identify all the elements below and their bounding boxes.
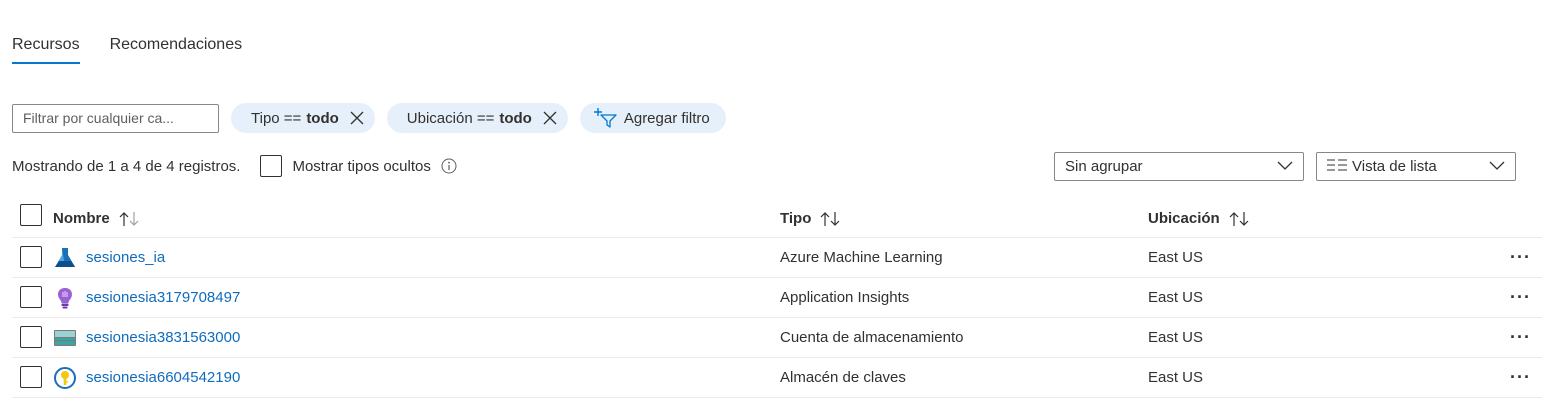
tab-recomendaciones[interactable]: Recomendaciones	[110, 36, 243, 64]
add-filter-icon	[593, 107, 618, 129]
resource-type-cell: Azure Machine Learning	[780, 249, 943, 266]
resource-link[interactable]: sesionesia3179708497	[86, 289, 240, 306]
storage-account-icon	[53, 326, 77, 350]
table-row[interactable]: sesionesia3179708497 Application Insight…	[12, 278, 1542, 318]
column-header-type-label: Tipo	[780, 210, 812, 227]
chevron-down-icon	[1277, 158, 1293, 175]
sort-icon[interactable]	[1228, 211, 1250, 227]
filter-input[interactable]	[12, 103, 219, 133]
machine-learning-icon	[53, 246, 77, 270]
view-mode-dropdown[interactable]: Vista de lista	[1316, 152, 1516, 181]
more-options-icon[interactable]: ···	[1510, 278, 1531, 317]
column-header-location-label: Ubicación	[1148, 210, 1220, 227]
key-vault-icon	[53, 366, 77, 390]
more-options-icon[interactable]: ···	[1510, 318, 1531, 357]
resource-name-cell: sesionesia6604542190	[53, 358, 240, 397]
sort-icon[interactable]	[819, 211, 841, 227]
row-checkbox[interactable]	[20, 246, 42, 268]
close-icon[interactable]	[349, 110, 365, 126]
more-options-icon[interactable]: ···	[1510, 238, 1531, 277]
app-insights-icon	[53, 286, 77, 310]
resource-location-cell: East US	[1148, 369, 1204, 386]
row-checkbox[interactable]	[20, 366, 42, 388]
column-header-location[interactable]: Ubicación	[1148, 200, 1250, 237]
resource-name-cell: sesionesia3831563000	[53, 318, 240, 357]
table-header-row: Nombre Tipo Ubicación	[12, 200, 1542, 238]
chevron-down-icon	[1489, 158, 1505, 175]
filter-bar: Tipo == todo Ubicación == todo Agregar f…	[12, 103, 726, 133]
table-row[interactable]: sesionesia3831563000 Cuenta de almacenam…	[12, 318, 1542, 358]
list-view-icon	[1327, 158, 1347, 175]
filter-pill-ubicacion[interactable]: Ubicación == todo	[386, 103, 568, 133]
show-hidden-types-checkbox[interactable]	[260, 155, 283, 177]
resource-location-cell: East US	[1148, 289, 1204, 306]
resource-link[interactable]: sesionesia3831563000	[86, 329, 240, 346]
filter-pill-value: todo	[306, 109, 339, 127]
resource-name-cell: sesiones_ia	[53, 238, 165, 277]
column-header-name-label: Nombre	[53, 210, 110, 227]
show-hidden-types-label: Mostrar tipos ocultos	[292, 157, 431, 175]
row-checkbox[interactable]	[20, 326, 42, 348]
table-row[interactable]: sesionesia6604542190 Almacén de claves E…	[12, 358, 1542, 398]
select-all-checkbox[interactable]	[20, 204, 42, 226]
add-filter-label: Agregar filtro	[623, 109, 710, 127]
resource-type-cell: Almacén de claves	[780, 369, 906, 386]
resources-table: Nombre Tipo Ubicación sesiones_ia Azure …	[12, 200, 1542, 398]
filter-pill-value: todo	[499, 109, 532, 127]
resource-location-cell: East US	[1148, 329, 1204, 346]
resource-name-cell: sesionesia3179708497	[53, 278, 240, 317]
tab-bar: Recursos Recomendaciones	[12, 36, 242, 64]
group-by-dropdown[interactable]: Sin agrupar	[1054, 152, 1304, 181]
row-checkbox[interactable]	[20, 286, 42, 308]
tab-recursos[interactable]: Recursos	[12, 36, 80, 64]
resource-type-cell: Application Insights	[780, 289, 910, 306]
filter-pill-key: Ubicación ==	[406, 109, 495, 127]
filter-pill-tipo[interactable]: Tipo == todo	[231, 103, 375, 133]
resource-link[interactable]: sesionesia6604542190	[86, 369, 240, 386]
group-by-value: Sin agrupar	[1065, 158, 1143, 175]
resource-link[interactable]: sesiones_ia	[86, 249, 165, 266]
resource-location-cell: East US	[1148, 249, 1204, 266]
records-count-text: Mostrando de 1 a 4 de 4 registros.	[12, 157, 241, 175]
more-options-icon[interactable]: ···	[1510, 358, 1531, 397]
records-info-row: Mostrando de 1 a 4 de 4 registros. Mostr…	[12, 155, 457, 177]
column-header-type[interactable]: Tipo	[780, 200, 841, 237]
add-filter-button[interactable]: Agregar filtro	[579, 103, 726, 133]
info-icon[interactable]	[441, 158, 457, 174]
close-icon[interactable]	[542, 110, 558, 126]
view-mode-value: Vista de lista	[1352, 158, 1437, 175]
filter-pill-key: Tipo ==	[251, 109, 302, 127]
resource-type-cell: Cuenta de almacenamiento	[780, 329, 964, 346]
sort-ascending-icon[interactable]	[118, 211, 140, 227]
column-header-name[interactable]: Nombre	[53, 200, 140, 237]
table-row[interactable]: sesiones_ia Azure Machine Learning East …	[12, 238, 1542, 278]
